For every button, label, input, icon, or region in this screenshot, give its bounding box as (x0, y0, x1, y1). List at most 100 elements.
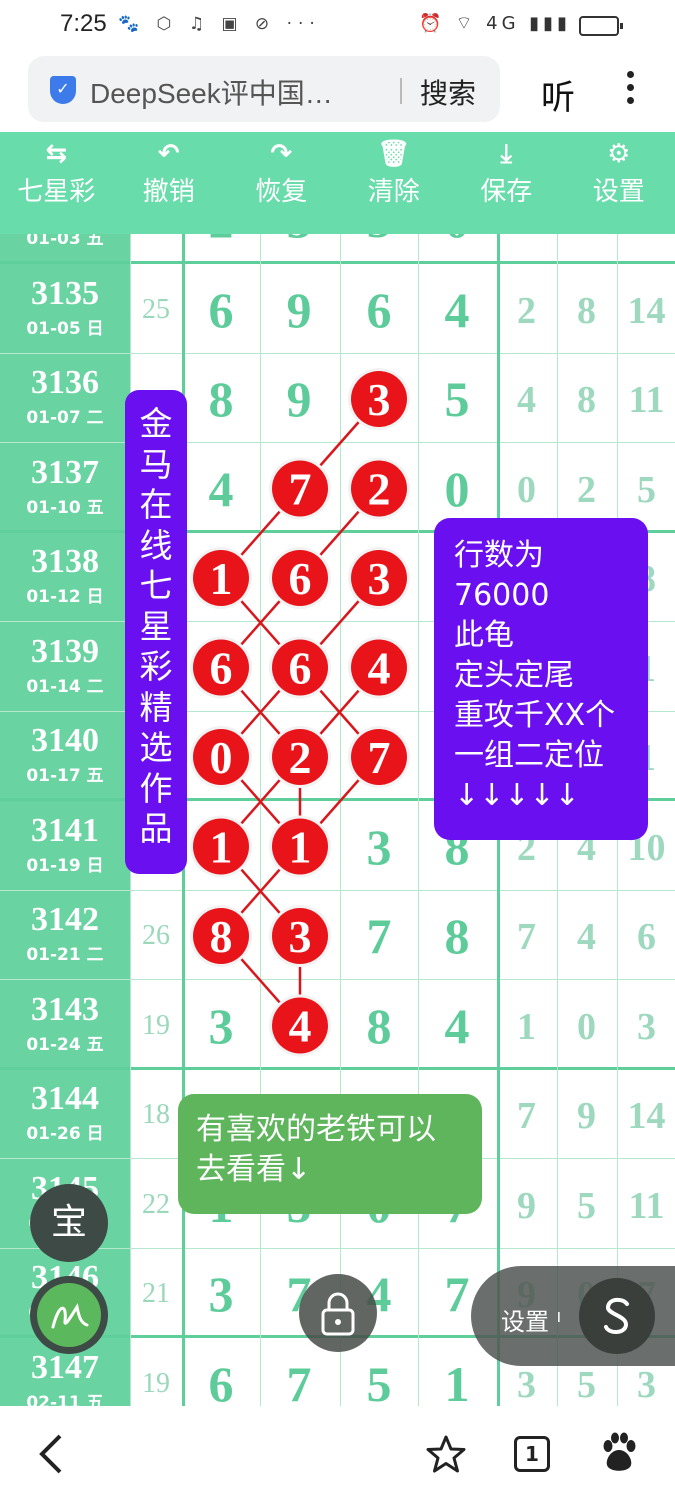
highlighted-digit[interactable]: 3 (348, 547, 410, 609)
highlighted-digit[interactable]: 8 (190, 905, 252, 967)
toolbar-icon: ↷ (270, 139, 293, 169)
back-icon[interactable] (36, 1434, 66, 1474)
highlighted-digit[interactable]: 4 (269, 994, 331, 1057)
s-logo-icon[interactable] (579, 1278, 655, 1354)
digit-circle-value: 1 (210, 553, 233, 604)
toolbar-label: 保存 (480, 177, 533, 207)
pen-icon (37, 1283, 101, 1347)
digit-circle-value: 4 (368, 643, 391, 694)
divider (400, 78, 402, 104)
note-line: 定头定尾 (454, 658, 574, 693)
digit-circle-value: 7 (368, 732, 391, 783)
toolbar-label: 七星彩 (17, 177, 96, 207)
address-bar[interactable]: ✓ DeepSeek评中国… 搜索 (28, 56, 500, 122)
info-note: 行数为 76000 此龟 定头定尾 重攻千XX个 一组二定位 ↓↓↓↓↓ (434, 518, 648, 840)
highlighted-digit[interactable]: 2 (269, 726, 331, 788)
banner-char: 线 (139, 525, 173, 565)
highlighted-digit[interactable]: 2 (348, 457, 410, 520)
toolbar-icon: 🗑 (377, 139, 411, 169)
treasure-button[interactable]: 宝 (30, 1184, 108, 1262)
app-toolbar: ⇆ 七星彩 ↶ 撤销 ↷ 恢复 🗑 清除 ⤓ 保存 ⚙ 设置 (0, 132, 675, 234)
signal-icons: ⏰ ⌔ 4G ▮▮▮ (419, 13, 571, 34)
toolbar-label: 设置 (592, 177, 645, 207)
highlighted-digit[interactable]: 3 (348, 368, 410, 430)
toolbar-icon: ↶ (157, 139, 180, 169)
settings-label[interactable]: 设置 ᴵ (501, 1302, 561, 1337)
highlighted-digit[interactable]: 6 (269, 636, 331, 699)
digit-circle-value: 0 (210, 732, 233, 783)
highlighted-digit[interactable]: 4 (348, 636, 410, 699)
toolbar-icon: ⇆ (45, 139, 68, 169)
baidu-paw-icon[interactable] (598, 1432, 640, 1474)
digit-circle-value: 4 (289, 1001, 312, 1052)
banner-char: 马 (139, 444, 173, 484)
status-bar: 7:25 🐾 ⬡ ♫ ▣ ⊘ ··· ⏰ ⌔ 4G ▮▮▮ (0, 0, 675, 50)
toolbar-button-3[interactable]: 🗑 清除 (338, 132, 451, 234)
digit-circle-value: 2 (368, 464, 391, 515)
banner-char: 精 (139, 687, 173, 727)
shield-icon: ✓ (50, 76, 76, 104)
settings-pill[interactable]: 设置 ᴵ (471, 1266, 675, 1366)
note-line: 行数为 (454, 538, 544, 573)
note-line: 重攻千XX个 (454, 698, 616, 733)
toolbar-label: 恢复 (255, 177, 308, 207)
battery-icon (579, 16, 623, 36)
digit-circle-value: 1 (210, 822, 233, 873)
toolbar-button-0[interactable]: ⇆ 七星彩 (0, 132, 113, 234)
status-time: 7:25 (60, 10, 107, 37)
toolbar-icon: ⚙ (607, 139, 631, 169)
listen-button[interactable]: 听 (541, 70, 575, 119)
toolbar-label: 撤销 (142, 177, 195, 207)
note-line: 此龟 (454, 618, 514, 653)
lock-button[interactable] (299, 1274, 377, 1352)
note-line: 76000 (454, 578, 550, 613)
banner-char: 选 (139, 728, 173, 767)
digit-circle-value: 1 (289, 822, 312, 873)
lock-icon (321, 1292, 355, 1336)
bubble-line: 去看看↓ (196, 1152, 312, 1187)
highlighted-digit[interactable]: 1 (269, 815, 331, 878)
banner-char: 在 (139, 485, 173, 524)
digit-circle-value: 3 (368, 374, 391, 425)
highlighted-digit[interactable]: 7 (269, 457, 331, 520)
vertical-title-banner: 金马在线七星彩精选作品 (125, 390, 187, 874)
banner-char: 星 (139, 606, 173, 646)
toolbar-button-4[interactable]: ⤓ 保存 (450, 132, 563, 234)
toolbar-icon: ⤓ (500, 139, 513, 169)
toolbar-button-2[interactable]: ↷ 恢复 (225, 132, 338, 234)
highlighted-digit[interactable]: 1 (190, 815, 252, 878)
banner-char: 七 (139, 566, 173, 605)
tabs-button[interactable]: 1 (514, 1436, 550, 1472)
note-line: 一组二定位 (454, 738, 604, 773)
digit-circle-value: 2 (289, 732, 312, 783)
digit-circle-value: 3 (289, 911, 312, 962)
star-icon[interactable] (426, 1434, 466, 1474)
page-title-url[interactable]: DeepSeek评中国… (90, 72, 380, 112)
highlighted-digit[interactable]: 0 (190, 726, 252, 788)
toolbar-label: 清除 (367, 177, 420, 207)
toolbar-button-1[interactable]: ↶ 撤销 (113, 132, 226, 234)
browser-bottom-nav: 1 (0, 1406, 675, 1500)
digit-circle-value: 6 (289, 553, 312, 604)
banner-char: 彩 (139, 647, 173, 686)
digit-circle-value: 6 (210, 643, 233, 694)
bubble-line: 有喜欢的老铁可以 (196, 1112, 436, 1147)
digit-circle-value: 8 (210, 911, 233, 962)
toolbar-button-5[interactable]: ⚙ 设置 (563, 132, 675, 234)
highlighted-digit[interactable]: 3 (269, 905, 331, 967)
signature-button[interactable] (30, 1276, 108, 1354)
note-line: ↓↓↓↓↓ (454, 778, 580, 813)
banner-char: 作 (139, 768, 173, 808)
digit-circle-value: 6 (289, 643, 312, 694)
highlighted-digit[interactable]: 6 (190, 636, 252, 699)
highlighted-digit[interactable]: 1 (190, 547, 252, 609)
highlighted-digit[interactable]: 7 (348, 726, 410, 788)
notification-icons: 🐾 ⬡ ♫ ▣ ⊘ ··· (118, 14, 321, 34)
banner-char: 金 (139, 404, 173, 443)
highlighted-digit[interactable]: 6 (269, 547, 331, 609)
banner-char: 品 (139, 809, 173, 848)
more-menu-icon[interactable] (620, 68, 640, 114)
search-button[interactable]: 搜索 (420, 72, 476, 112)
digit-circle-value: 3 (368, 553, 391, 604)
browser-address-row: ✓ DeepSeek评中国… 搜索 听 (0, 50, 675, 132)
